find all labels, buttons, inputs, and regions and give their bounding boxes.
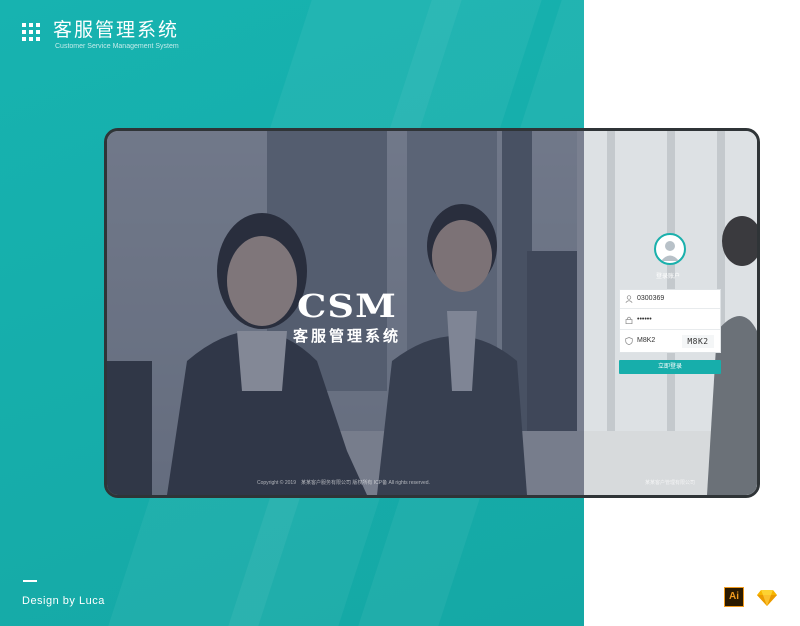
login-form: 0300369 •••••• M8K2 M8K2 — [619, 289, 721, 353]
user-avatar — [654, 233, 686, 265]
captcha-field[interactable]: M8K2 M8K2 — [620, 332, 720, 351]
captcha-image[interactable]: M8K2 — [682, 335, 714, 348]
user-icon — [625, 295, 633, 303]
username-field[interactable]: 0300369 — [620, 290, 720, 309]
user-icon — [661, 241, 679, 261]
captcha-input[interactable]: M8K2 — [637, 337, 655, 344]
login-button[interactable]: 立即登录 — [619, 360, 721, 374]
brand-title: 客服管理系统 — [53, 20, 180, 41]
avatar-label: 登录账户 — [656, 274, 681, 280]
brand-header: 客服管理系统 Customer Service Management Syste… — [22, 20, 179, 50]
design-credit: Design by Luca — [22, 595, 105, 607]
csm-subtitle: 客服管理系统 — [292, 328, 401, 345]
brand-subtitle: Customer Service Management System — [55, 43, 179, 50]
grid-menu-icon — [22, 23, 40, 41]
csm-hero-logo: CSM 客服管理系统 — [282, 289, 412, 346]
shield-icon — [625, 337, 633, 345]
lock-icon — [625, 316, 633, 324]
login-footer-text: 某某客户管理有限公司 — [645, 480, 696, 486]
design-divider — [23, 580, 37, 582]
csm-logo-text: CSM — [296, 287, 398, 325]
password-field[interactable]: •••••• — [620, 311, 720, 330]
sketch-icon — [757, 590, 777, 606]
password-input[interactable]: •••••• — [637, 316, 652, 323]
copyright-text: Copyright © 2019 某某客户服务有限公司 版权所有 ICP备 Al… — [257, 480, 430, 486]
login-page-mockup: CSM 客服管理系统 Copyright © 2019 某某客户服务有限公司 版… — [104, 128, 760, 498]
username-input[interactable]: 0300369 — [637, 295, 664, 302]
adobe-illustrator-icon: Ai — [724, 587, 744, 607]
